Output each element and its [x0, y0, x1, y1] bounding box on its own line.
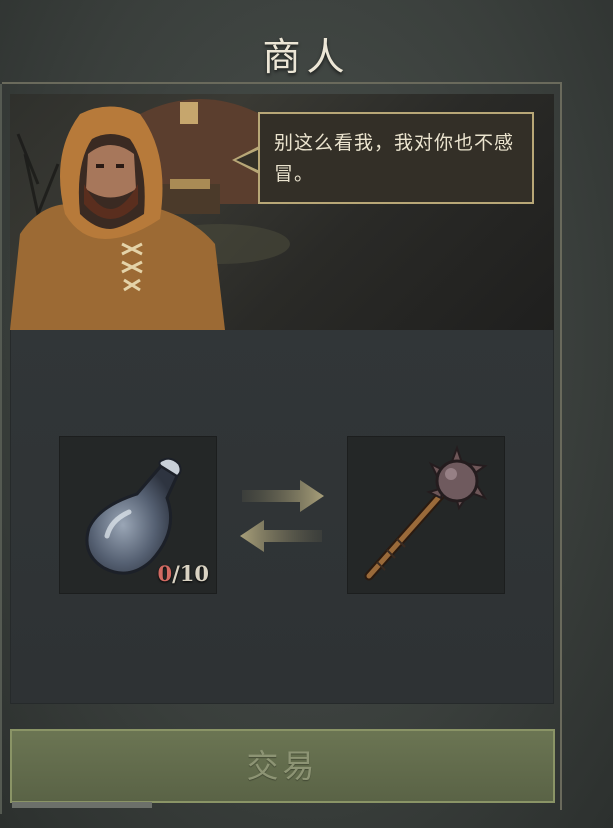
give-item-slot[interactable]: 0/10	[59, 436, 217, 594]
scrollbar[interactable]	[12, 802, 152, 808]
speech-bubble: 别这么看我，我对你也不感冒。	[258, 112, 534, 204]
item-count-need: 10	[179, 561, 209, 586]
receive-item-slot[interactable]	[347, 436, 505, 594]
speech-bubble-tail-fill	[236, 149, 260, 171]
item-count: 0/10	[157, 561, 209, 586]
merchant-dialogue: 别这么看我，我对你也不感冒。	[274, 132, 515, 185]
trade-button[interactable]: 交易	[10, 729, 555, 803]
item-count-separator: /	[172, 561, 180, 586]
exchange-arrows-icon	[240, 480, 324, 552]
spiked-mace-icon	[364, 445, 488, 581]
page-title: 商人	[262, 35, 351, 79]
item-count-have: 0	[157, 561, 173, 586]
